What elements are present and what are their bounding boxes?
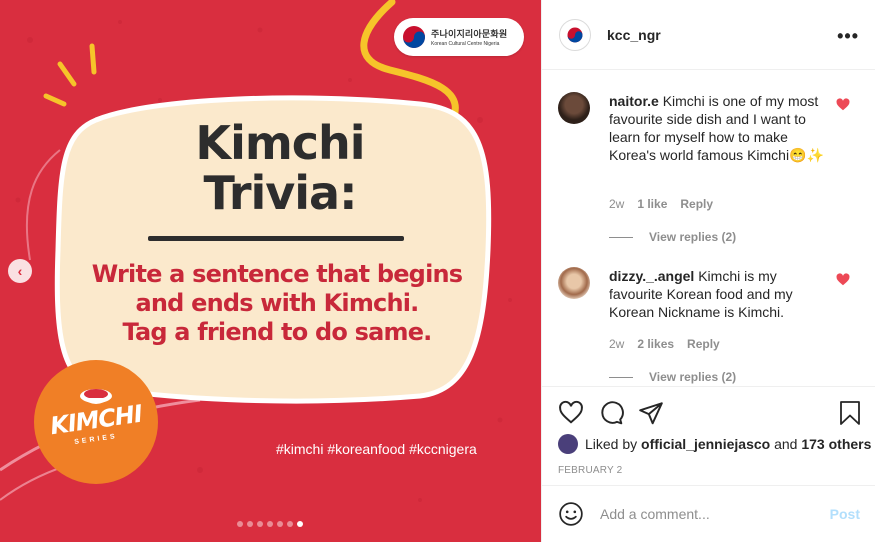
comment-meta: 2w 2 likes Reply (609, 337, 720, 351)
comment-likes[interactable]: 1 like (637, 197, 667, 211)
title-underline (148, 236, 404, 241)
view-replies-button[interactable]: View replies (2) (609, 230, 736, 244)
carousel-dot (297, 521, 303, 527)
kcc-logo: 주나이지리아문화원 Korean Cultural Centre Nigeria (394, 18, 524, 56)
carousel-dot (247, 521, 253, 527)
view-replies-label: View replies (2) (649, 230, 737, 244)
comment-username[interactable]: dizzy._.angel (609, 268, 694, 284)
post-comment-button[interactable]: Post (830, 506, 860, 522)
emoji-icon[interactable] (558, 501, 584, 527)
avatar[interactable] (558, 92, 590, 124)
trivia-prompt: Write a sentence that begins and ends wi… (82, 260, 472, 347)
liked-by: Liked by official_jenniejasco and 173 ot… (558, 434, 871, 454)
comment-text: dizzy._.angel Kimchi is my favourite Kor… (609, 267, 827, 321)
avatar[interactable] (559, 18, 591, 51)
heart-outline-icon[interactable] (558, 400, 584, 426)
view-replies-label: View replies (2) (649, 370, 737, 384)
carousel-dot (267, 521, 273, 527)
heart-filled-icon[interactable] (836, 273, 850, 287)
comment-likes[interactable]: 2 likes (637, 337, 674, 351)
logo-english-text: Korean Cultural Centre Nigeria (431, 41, 500, 47)
title-line: Trivia: (203, 166, 358, 220)
prompt-line: Tag a friend to do same. (122, 318, 433, 346)
carousel-dot (237, 521, 243, 527)
avatar[interactable] (558, 267, 590, 299)
prompt-line: and ends with Kimchi. (135, 289, 419, 317)
taegeuk-icon (567, 27, 583, 42)
carousel-dot (277, 521, 283, 527)
liked-by-user[interactable]: official_jenniejasco (641, 436, 770, 452)
comment-input[interactable] (600, 506, 820, 522)
post-header: kcc_ngr ••• (542, 0, 875, 70)
kimchi-series-badge: KIMCHI SERIES (34, 360, 158, 484)
view-replies-button[interactable]: View replies (2) (609, 370, 736, 384)
trivia-title: Kimchi Trivia: (60, 118, 500, 218)
carousel-dot (287, 521, 293, 527)
post-hashtags: #kimchi #koreanfood #kccnigera (276, 441, 477, 457)
avatar[interactable] (558, 434, 578, 454)
bookmark-icon[interactable] (838, 400, 862, 426)
comment-meta: 2w 1 like Reply (609, 197, 713, 211)
post-side-panel: kcc_ngr ••• naitor.e Kimchi is one of my… (541, 0, 875, 542)
post-date[interactable]: FEBRUARY 2 (558, 465, 622, 476)
comment-list: naitor.e Kimchi is one of my most favour… (542, 70, 875, 386)
chevron-left-icon: ‹ (17, 263, 23, 279)
comment-icon[interactable] (598, 400, 624, 426)
more-options-icon[interactable]: ••• (837, 26, 859, 47)
post-image[interactable]: 주나이지리아문화원 Korean Cultural Centre Nigeria… (0, 0, 541, 542)
liked-by-middle: and (774, 436, 798, 452)
post-actions: Liked by official_jenniejasco and 173 ot… (542, 386, 875, 486)
divider (609, 376, 633, 378)
taegeuk-icon (403, 26, 425, 48)
carousel-dots (237, 521, 303, 527)
share-icon[interactable] (638, 400, 664, 426)
liked-by-prefix: Liked by (585, 436, 638, 452)
logo-korean-text: 주나이지리아문화원 (431, 29, 508, 39)
post-author-username[interactable]: kcc_ngr (607, 27, 661, 43)
add-comment-bar: Post (542, 486, 875, 542)
divider (609, 236, 633, 238)
liked-by-count[interactable]: 173 others (801, 436, 871, 452)
reply-button[interactable]: Reply (680, 197, 713, 211)
prompt-line: Write a sentence that begins (91, 260, 463, 288)
heart-filled-icon[interactable] (836, 98, 850, 112)
carousel-dot (257, 521, 263, 527)
comment-text: naitor.e Kimchi is one of my most favour… (609, 92, 827, 164)
carousel-prev-button[interactable]: ‹ (8, 259, 32, 283)
comment-age: 2w (609, 197, 625, 211)
comment-age: 2w (609, 337, 625, 351)
reply-button[interactable]: Reply (687, 337, 720, 351)
title-line: Kimchi (195, 116, 365, 170)
comment-username[interactable]: naitor.e (609, 93, 659, 109)
